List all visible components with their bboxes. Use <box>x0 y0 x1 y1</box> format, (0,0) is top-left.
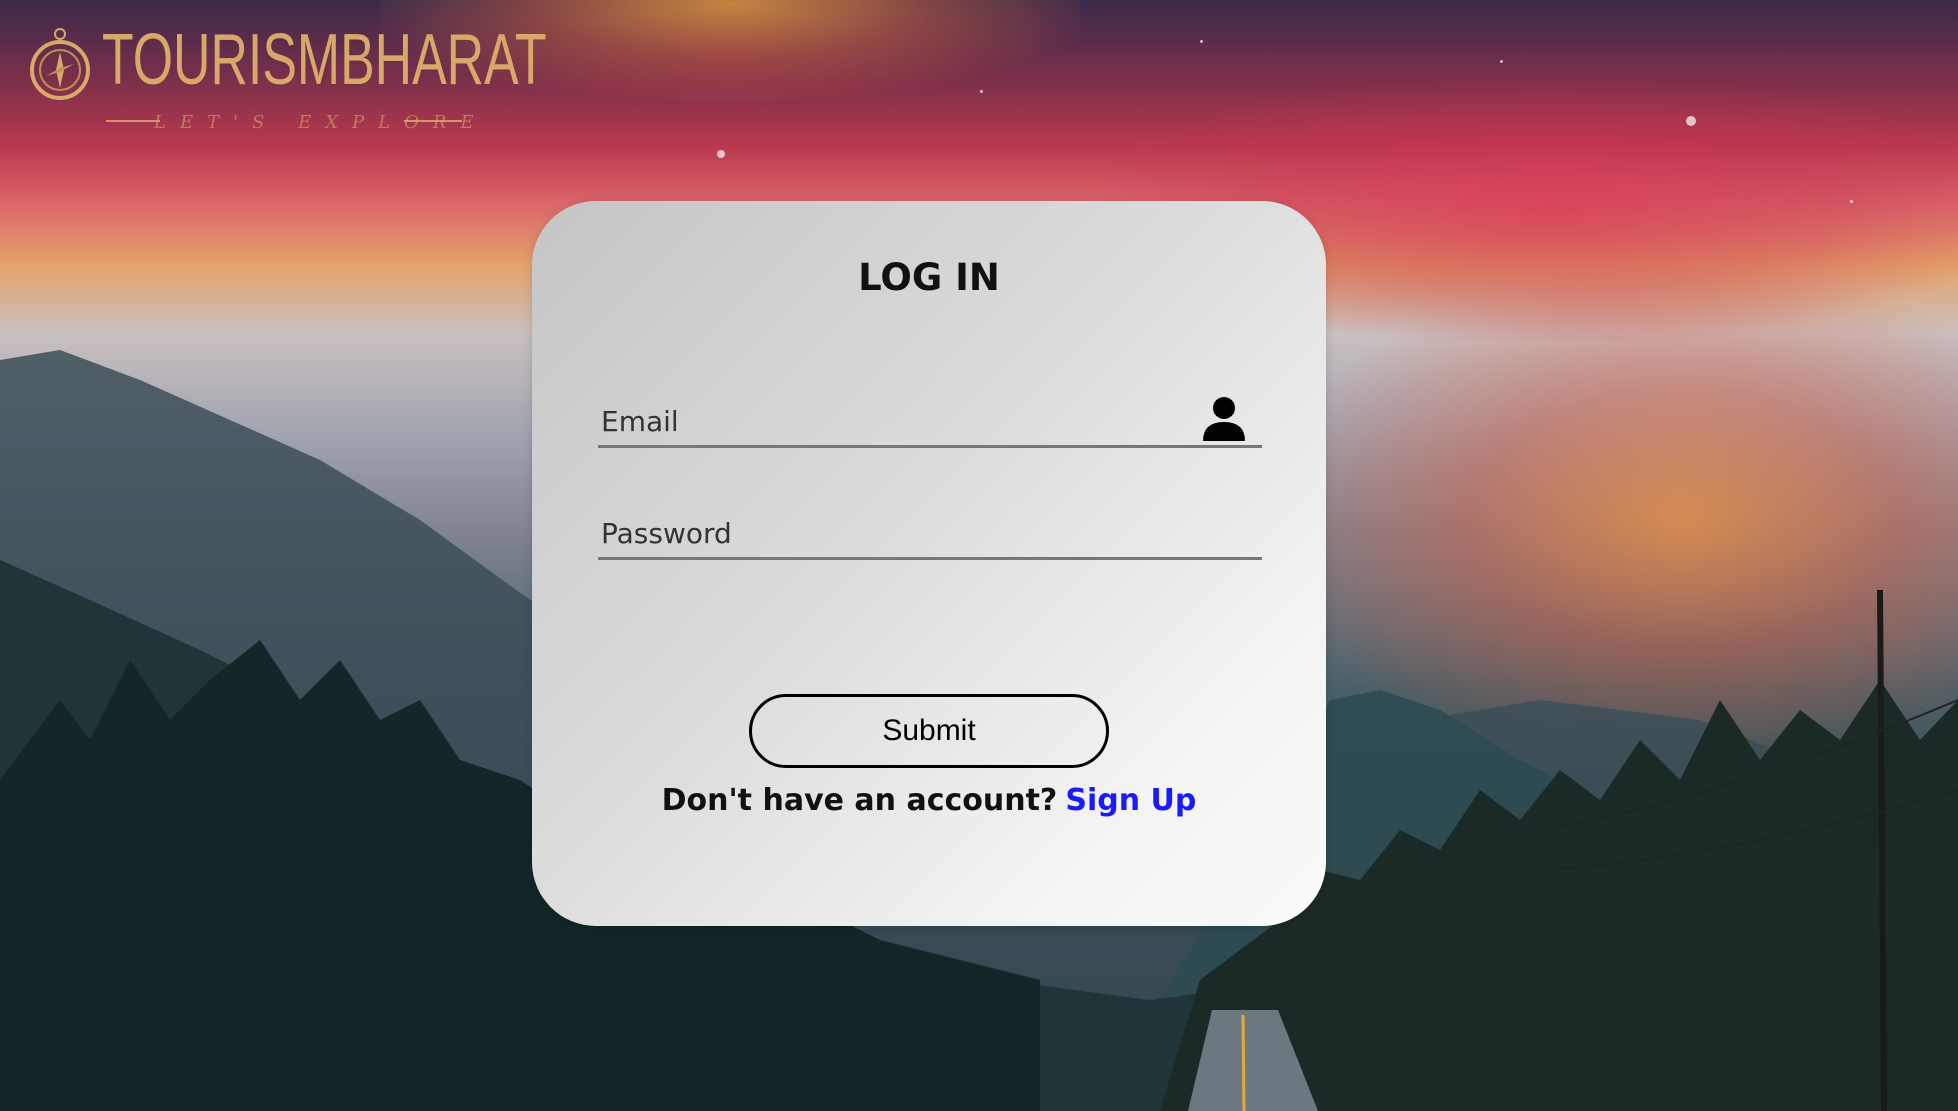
login-title: LOG IN <box>858 256 1000 299</box>
signup-row: Don't have an account? Sign Up <box>532 783 1326 818</box>
brand-name: TOURISMBHARAT <box>102 20 547 100</box>
password-field-wrapper <box>598 493 1262 560</box>
submit-button[interactable]: Submit <box>749 694 1109 768</box>
brand-logo[interactable]: TOURISMBHARAT LET'S EXPLORE <box>24 14 547 138</box>
password-input[interactable] <box>598 493 1198 557</box>
tagline-divider-right <box>404 120 462 122</box>
signup-prompt: Don't have an account? <box>661 783 1058 818</box>
tagline-divider-left <box>106 120 160 122</box>
email-field-wrapper <box>598 381 1262 448</box>
compass-icon <box>30 28 90 100</box>
user-icon <box>1203 397 1245 441</box>
login-card: LOG IN Submit Don't have an account?Sign… <box>532 201 1326 926</box>
signup-link[interactable]: Sign Up <box>1065 783 1196 818</box>
email-input[interactable] <box>598 381 1198 445</box>
brand-tagline: LET'S EXPLORE <box>154 112 488 133</box>
